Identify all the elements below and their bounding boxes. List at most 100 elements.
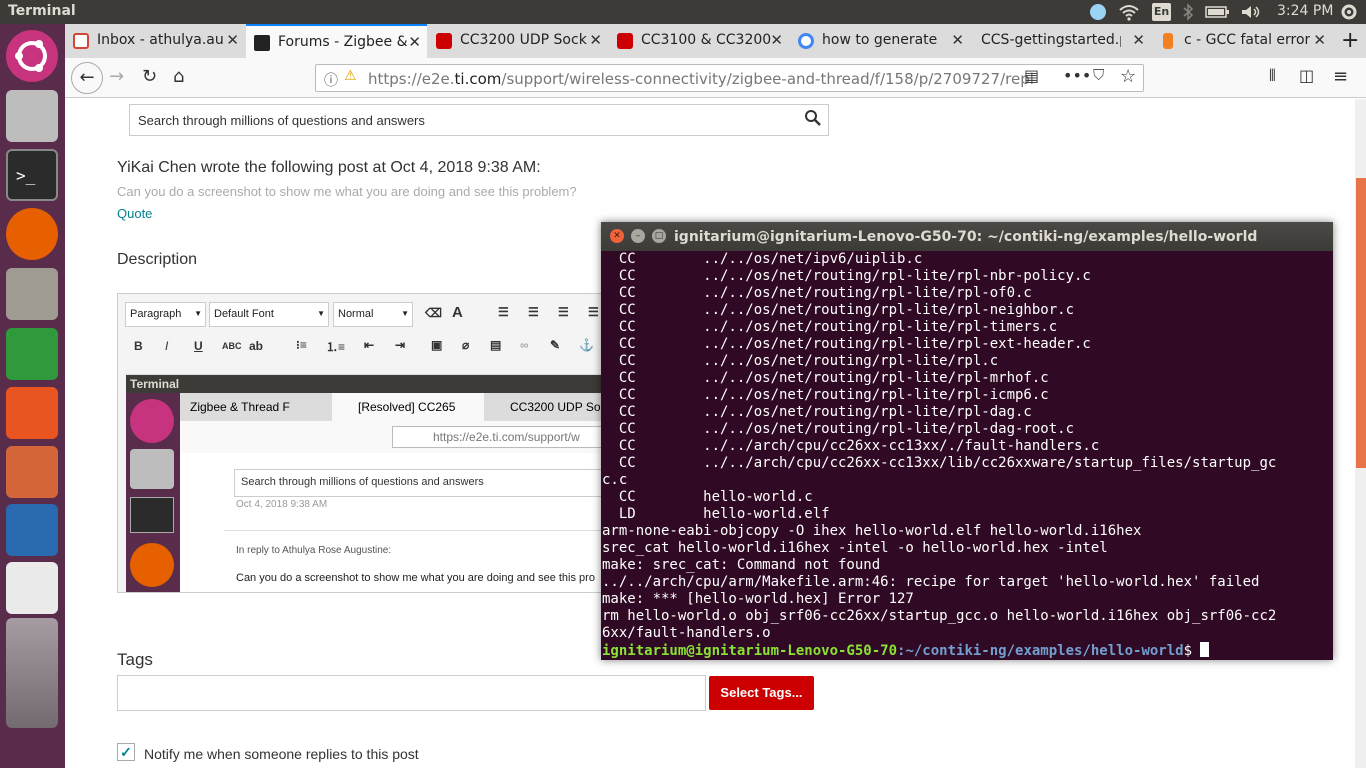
- battery-icon[interactable]: [1205, 3, 1231, 25]
- tags-input[interactable]: [117, 675, 706, 711]
- indent-icon[interactable]: ⇥: [395, 338, 405, 352]
- notify-checkbox[interactable]: ✓: [117, 743, 135, 761]
- tab-cc3100[interactable]: CC3100 & CC3200 ✕: [609, 24, 789, 58]
- align-center-icon[interactable]: ☰: [528, 305, 539, 319]
- bookmark-star-icon[interactable]: ☆: [1120, 66, 1136, 87]
- new-tab-button[interactable]: +: [1333, 24, 1366, 58]
- align-justify-icon[interactable]: ☰: [588, 305, 599, 319]
- terminal-output[interactable]: CC ../../os/net/ipv6/uiplib.c CC ../../o…: [602, 251, 1331, 660]
- size-select[interactable]: Normal ▼: [333, 302, 413, 327]
- outdent-icon[interactable]: ⇤: [364, 338, 374, 352]
- amazon-icon[interactable]: [6, 562, 58, 614]
- forward-button[interactable]: →: [109, 66, 124, 87]
- gear-icon[interactable]: [1340, 3, 1358, 25]
- tab-forums[interactable]: Forums - Zigbee & ✕: [246, 24, 427, 58]
- info-icon[interactable]: ⓘ: [324, 70, 338, 90]
- calc-icon[interactable]: [6, 328, 58, 380]
- launcher-stacked-icons[interactable]: [6, 618, 58, 728]
- page-scrollbar-thumb[interactable]: [1356, 178, 1366, 468]
- font-select[interactable]: Default Font ▼: [209, 302, 329, 327]
- align-right-icon[interactable]: ☰: [558, 305, 569, 319]
- notify-label: Notify me when someone replies to this p…: [144, 746, 419, 762]
- format-select[interactable]: Paragraph ▼: [125, 302, 206, 327]
- back-button[interactable]: ←: [71, 62, 103, 94]
- bold-icon[interactable]: B: [134, 339, 143, 353]
- select-tags-button[interactable]: Select Tags...: [709, 676, 814, 710]
- url-bar[interactable]: ⓘ ⚠ https://e2e.ti.com/support/wireless-…: [315, 64, 1144, 92]
- quote-link[interactable]: Quote: [117, 206, 152, 221]
- tab-inbox[interactable]: Inbox - athulya.au ✕: [65, 24, 245, 58]
- keyboard-layout-indicator[interactable]: En: [1152, 3, 1171, 21]
- inner-date: Oct 4, 2018 9:38 AM: [236, 499, 328, 510]
- search-icon[interactable]: [804, 109, 822, 130]
- tab-cc3200[interactable]: CC3200 UDP Sock ✕: [428, 24, 608, 58]
- skype-icon[interactable]: [1088, 3, 1108, 25]
- terminal-line: CC ../../os/net/routing/rpl-lite/rpl-tim…: [602, 319, 1058, 335]
- description-label: Description: [117, 251, 198, 268]
- inner-tab-bar: Zigbee & Thread F [Resolved] CC265 CC320…: [180, 393, 616, 421]
- volume-icon[interactable]: [1240, 3, 1262, 25]
- tab-gcc-fatal-error[interactable]: c - GCC fatal error ✕: [1152, 24, 1332, 58]
- link-icon[interactable]: ∞: [520, 338, 529, 352]
- underline-icon[interactable]: U: [194, 339, 203, 353]
- clock[interactable]: 3:24 PM: [1277, 3, 1333, 19]
- font-color-icon[interactable]: A: [452, 304, 463, 321]
- close-tab-icon[interactable]: ✕: [1132, 31, 1145, 49]
- paste-icon[interactable]: ▤: [490, 338, 501, 352]
- impress-icon[interactable]: [6, 446, 58, 498]
- image-icon[interactable]: ▣: [431, 338, 442, 352]
- highlight-icon[interactable]: ab: [249, 339, 263, 353]
- workspace-switcher-icon[interactable]: [6, 90, 58, 142]
- inner-top-panel: Terminal: [126, 375, 616, 393]
- site-search-input[interactable]: Search through millions of questions and…: [129, 104, 829, 136]
- italic-icon[interactable]: I: [165, 339, 168, 353]
- reader-view-icon[interactable]: ▤: [1024, 66, 1039, 85]
- close-tab-icon[interactable]: ✕: [408, 33, 421, 51]
- writer-icon[interactable]: [6, 504, 58, 556]
- eraser-icon[interactable]: ⌫: [425, 306, 442, 320]
- attachment-icon[interactable]: ⌀: [462, 338, 469, 352]
- maximize-window-button[interactable]: □: [652, 229, 666, 243]
- reload-button[interactable]: ↻: [142, 66, 157, 87]
- wifi-icon[interactable]: [1118, 3, 1140, 25]
- tab-ccs-getting-started[interactable]: CCS-gettingstarted.p ✕: [971, 24, 1151, 58]
- ti-red-icon: [617, 33, 633, 49]
- menu-icon[interactable]: ≡: [1333, 66, 1348, 87]
- quote-text: Can you do a screenshot to show me what …: [117, 184, 577, 199]
- terminal-window[interactable]: ignitarium@ignitarium-Lenovo-G50-70: ~/c…: [601, 222, 1333, 660]
- bulleted-list-icon[interactable]: ⁝≡: [296, 338, 307, 352]
- close-window-button[interactable]: ✕: [610, 229, 624, 243]
- tab-how-to-generate[interactable]: how to generate ✕: [790, 24, 970, 58]
- close-tab-icon[interactable]: ✕: [951, 31, 964, 49]
- page-actions-icon[interactable]: •••: [1063, 66, 1091, 85]
- terminal-prompt-line[interactable]: ignitarium@ignitarium-Lenovo-G50-70:~/co…: [602, 642, 1331, 660]
- minimize-window-button[interactable]: –: [631, 229, 645, 243]
- close-tab-icon[interactable]: ✕: [226, 31, 239, 49]
- bluetooth-icon[interactable]: [1182, 3, 1194, 25]
- library-icon[interactable]: ⫴: [1269, 66, 1276, 86]
- rich-text-editor[interactable]: Paragraph ▼ Default Font ▼ Normal ▼ ⌫ A ☰ ☰…: [117, 293, 617, 593]
- close-tab-icon[interactable]: ✕: [1313, 31, 1326, 49]
- insecure-lock-icon[interactable]: ⚠: [344, 68, 357, 84]
- edit-icon[interactable]: ✎: [550, 338, 560, 352]
- ubuntu-dash-icon[interactable]: [6, 30, 58, 82]
- strikethrough-icon[interactable]: ABC: [222, 341, 242, 351]
- numbered-list-icon[interactable]: ⒈≡: [326, 338, 345, 355]
- terminal-line: CC hello-world.c: [602, 489, 813, 505]
- anchor-icon[interactable]: ⚓: [579, 338, 594, 352]
- files-icon[interactable]: [6, 268, 58, 320]
- close-tab-icon[interactable]: ✕: [770, 31, 783, 49]
- terminal-line: CC ../../os/net/routing/rpl-lite/rpl.c: [602, 353, 999, 369]
- software-center-icon[interactable]: [6, 387, 58, 439]
- inner-tab: CC3200 UDP Soc: [510, 400, 607, 414]
- gmail-icon: [73, 33, 89, 49]
- align-left-icon[interactable]: ☰: [498, 305, 509, 319]
- terminal-line: CC ../../os/net/routing/rpl-lite/rpl-dag…: [602, 404, 1032, 420]
- pocket-icon[interactable]: ⛉: [1093, 66, 1104, 84]
- terminal-icon[interactable]: >_: [6, 149, 58, 201]
- terminal-title-bar[interactable]: ignitarium@ignitarium-Lenovo-G50-70: ~/c…: [601, 222, 1333, 251]
- sidebar-icon[interactable]: ◫: [1299, 66, 1314, 85]
- home-icon[interactable]: ⌂: [173, 66, 184, 87]
- firefox-icon[interactable]: [6, 208, 58, 260]
- close-tab-icon[interactable]: ✕: [589, 31, 602, 49]
